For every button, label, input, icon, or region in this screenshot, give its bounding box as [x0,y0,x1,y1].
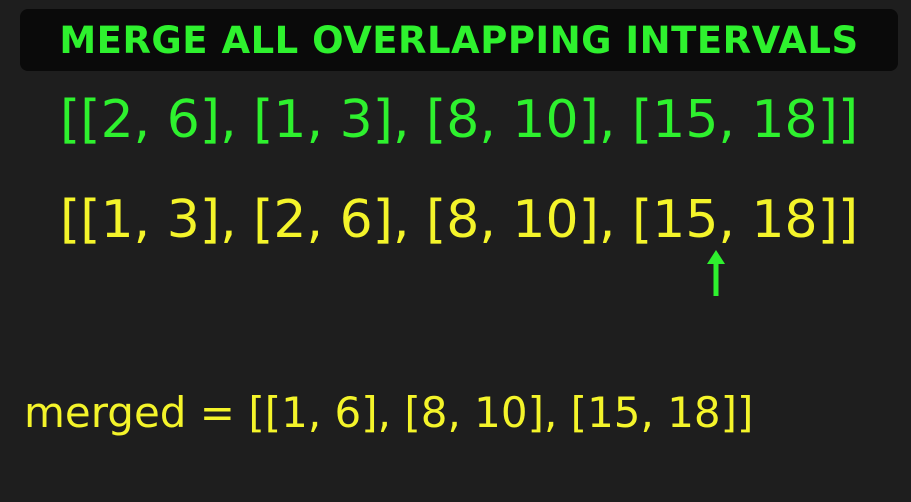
title-bar: MERGE ALL OVERLAPPING INTERVALS [20,9,898,71]
sorted-intervals: [[1, 3], [2, 6], [8, 10], [15, 18]] [60,190,859,250]
input-intervals: [[2, 6], [1, 3], [8, 10], [15, 18]] [60,90,859,150]
page-title: MERGE ALL OVERLAPPING INTERVALS [59,18,859,62]
up-arrow-icon [707,250,725,296]
merged-result: merged = [[1, 6], [8, 10], [15, 18]] [24,388,754,437]
